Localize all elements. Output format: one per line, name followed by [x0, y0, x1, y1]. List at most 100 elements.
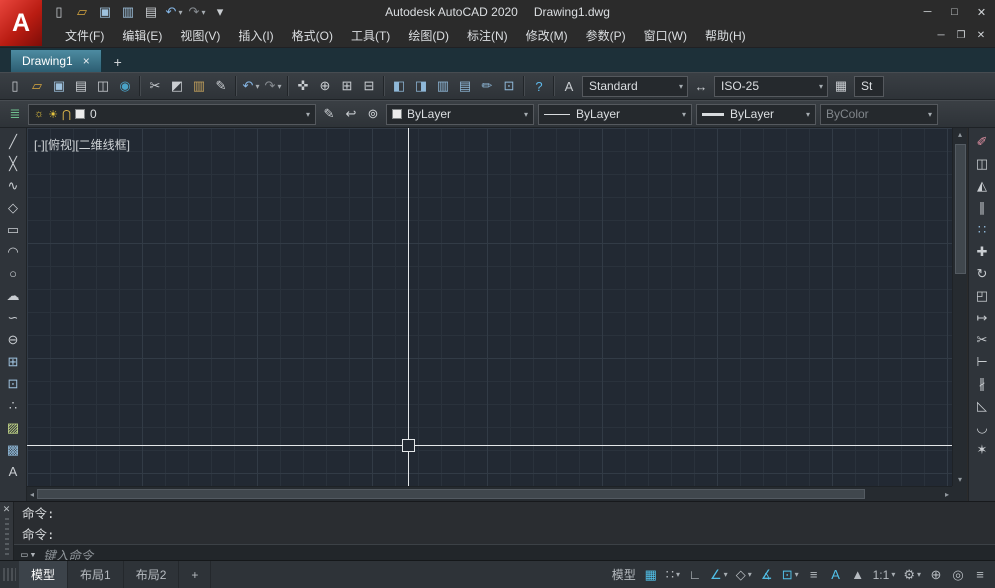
menu-parametric[interactable]: 参数(P) — [577, 24, 635, 48]
viewport-controls[interactable]: [-][俯视][二维线框] — [34, 136, 130, 153]
paste-button[interactable]: ▥ — [188, 75, 210, 97]
scale-tool[interactable]: ◰ — [971, 285, 993, 306]
menu-edit[interactable]: 编辑(E) — [113, 24, 171, 48]
tab-close-icon[interactable]: × — [83, 54, 90, 68]
rectangle-tool[interactable]: ▭ — [2, 219, 24, 240]
doc-close-button[interactable]: ✕ — [971, 27, 991, 45]
menu-draw[interactable]: 绘图(D) — [399, 24, 458, 48]
annotation-scale-button[interactable]: 1:1▾ — [870, 564, 899, 586]
hatch-tool[interactable]: ▨ — [2, 417, 24, 438]
markup-set-manager-button[interactable]: ✏ — [476, 75, 498, 97]
file-tab-drawing1[interactable]: Drawing1 × — [10, 49, 102, 72]
layer-previous-button[interactable]: ↩ — [340, 103, 362, 125]
new-tab-button[interactable]: + — [107, 51, 129, 72]
doc-restore-button[interactable]: ❐ — [951, 27, 971, 45]
fillet-tool[interactable]: ◡ — [971, 417, 993, 438]
sheet-set-manager-button[interactable]: ▤ — [454, 75, 476, 97]
qat-customize-button[interactable]: ▾ — [209, 1, 231, 23]
construction-line-tool[interactable]: ╳ — [2, 153, 24, 174]
chamfer-tool[interactable]: ◺ — [971, 395, 993, 416]
scroll-left-icon[interactable]: ◂ — [30, 490, 34, 499]
spline-tool[interactable]: ∽ — [2, 307, 24, 328]
qat-redo-button[interactable]: ↷▾ — [186, 1, 208, 23]
object-color-combo[interactable]: ByLayer ▾ — [386, 104, 534, 125]
text-style-combo[interactable]: Standard▾ — [582, 76, 688, 97]
qat-open-button[interactable]: ▱ — [71, 1, 93, 23]
circle-tool[interactable]: ○ — [2, 263, 24, 284]
designcenter-button[interactable]: ◨ — [410, 75, 432, 97]
new-layout-button[interactable]: + — [179, 561, 211, 588]
copy-tool[interactable]: ◫ — [971, 153, 993, 174]
pan-button[interactable]: ✜ — [292, 75, 314, 97]
menu-window[interactable]: 窗口(W) — [635, 24, 696, 48]
layer-properties-button[interactable]: ≣ — [4, 103, 26, 125]
arc-tool[interactable]: ◠ — [2, 241, 24, 262]
erase-tool[interactable]: ✐ — [971, 131, 993, 152]
menu-modify[interactable]: 修改(M) — [517, 24, 577, 48]
autoscale-toggle[interactable]: ▲ — [848, 564, 868, 586]
lineweight-combo[interactable]: ByLayer ▾ — [696, 104, 816, 125]
annotation-visibility-toggle[interactable]: A — [826, 564, 846, 586]
polygon-tool[interactable]: ◇ — [2, 197, 24, 218]
menu-dimension[interactable]: 标注(N) — [458, 24, 517, 48]
match-properties-button[interactable]: ✎ — [210, 75, 232, 97]
qat-new-button[interactable]: ▯ — [48, 1, 70, 23]
rotate-tool[interactable]: ↻ — [971, 263, 993, 284]
autocad-logo-icon[interactable]: A — [0, 0, 42, 46]
object-snap-tracking-toggle[interactable]: ∡ — [757, 564, 777, 586]
table-style-combo[interactable]: St — [854, 76, 884, 97]
command-close-icon[interactable]: ✕ — [3, 504, 11, 515]
cut-button[interactable]: ✂ — [144, 75, 166, 97]
ortho-mode-toggle[interactable]: ∟ — [685, 564, 705, 586]
doc-minimize-button[interactable]: ─ — [931, 27, 951, 45]
point-tool[interactable]: ∴ — [2, 395, 24, 416]
plot-button[interactable]: ▤ — [70, 75, 92, 97]
model-tab[interactable]: 模型 — [19, 561, 68, 588]
layer-states-manager-button[interactable]: ⊚ — [362, 103, 384, 125]
layer-combo[interactable]: ☼ ☀ ⋂ 0 ▾ — [28, 104, 316, 125]
close-button[interactable]: ✕ — [968, 1, 995, 23]
maximize-button[interactable]: □ — [941, 1, 968, 23]
stretch-tool[interactable]: ↦ — [971, 307, 993, 328]
save-button[interactable]: ▣ — [48, 75, 70, 97]
table-style-icon-button[interactable]: ▦ — [830, 75, 852, 97]
model-space-toggle[interactable]: 模型 — [609, 564, 639, 586]
dim-style-icon-button[interactable]: ↔ — [690, 75, 712, 97]
scroll-down-icon[interactable]: ▾ — [958, 475, 962, 484]
layout2-tab[interactable]: 布局2 — [124, 561, 180, 588]
qat-save-button[interactable]: ▣ — [94, 1, 116, 23]
qat-undo-button[interactable]: ↶▾ — [163, 1, 185, 23]
insert-block-tool[interactable]: ⊞ — [2, 351, 24, 372]
linetype-combo[interactable]: ByLayer ▾ — [538, 104, 692, 125]
menu-insert[interactable]: 插入(I) — [229, 24, 282, 48]
zoom-window-button[interactable]: ⊞ — [336, 75, 358, 97]
zoom-realtime-button[interactable]: ⊕ — [314, 75, 336, 97]
explode-tool[interactable]: ✶ — [971, 439, 993, 460]
minimize-button[interactable]: ─ — [914, 1, 941, 23]
properties-palette-button[interactable]: ◧ — [388, 75, 410, 97]
redo-button[interactable]: ↷▾ — [262, 75, 284, 97]
annotation-monitor-toggle[interactable]: ⊕ — [926, 564, 946, 586]
horizontal-scrollbar[interactable]: ◂ ▸ — [27, 486, 952, 501]
horizontal-scroll-thumb[interactable] — [37, 489, 865, 499]
trim-tool[interactable]: ✂ — [971, 329, 993, 350]
menu-help[interactable]: 帮助(H) — [696, 24, 755, 48]
qat-plot-button[interactable]: ▤ — [140, 1, 162, 23]
help-button[interactable]: ? — [528, 75, 550, 97]
line-tool[interactable]: ╱ — [2, 131, 24, 152]
copy-clip-button[interactable]: ◩ — [166, 75, 188, 97]
revision-cloud-tool[interactable]: ☁ — [2, 285, 24, 306]
layout1-tab[interactable]: 布局1 — [68, 561, 124, 588]
offset-tool[interactable]: ∥ — [971, 197, 993, 218]
drawing-canvas[interactable]: [-][俯视][二维线框] — [27, 128, 952, 486]
new-button[interactable]: ▯ — [4, 75, 26, 97]
polar-tracking-toggle[interactable]: ∠▾ — [707, 564, 731, 586]
object-snap-toggle[interactable]: ⊡▾ — [779, 564, 802, 586]
isolate-objects-button[interactable]: ◎ — [948, 564, 968, 586]
mtext-tool[interactable]: A — [2, 461, 24, 482]
quickcalc-button[interactable]: ⊡ — [498, 75, 520, 97]
move-tool[interactable]: ✚ — [971, 241, 993, 262]
menu-tools[interactable]: 工具(T) — [342, 24, 399, 48]
customize-button[interactable]: ≡ — [970, 564, 990, 586]
array-tool[interactable]: ∷ — [971, 219, 993, 240]
